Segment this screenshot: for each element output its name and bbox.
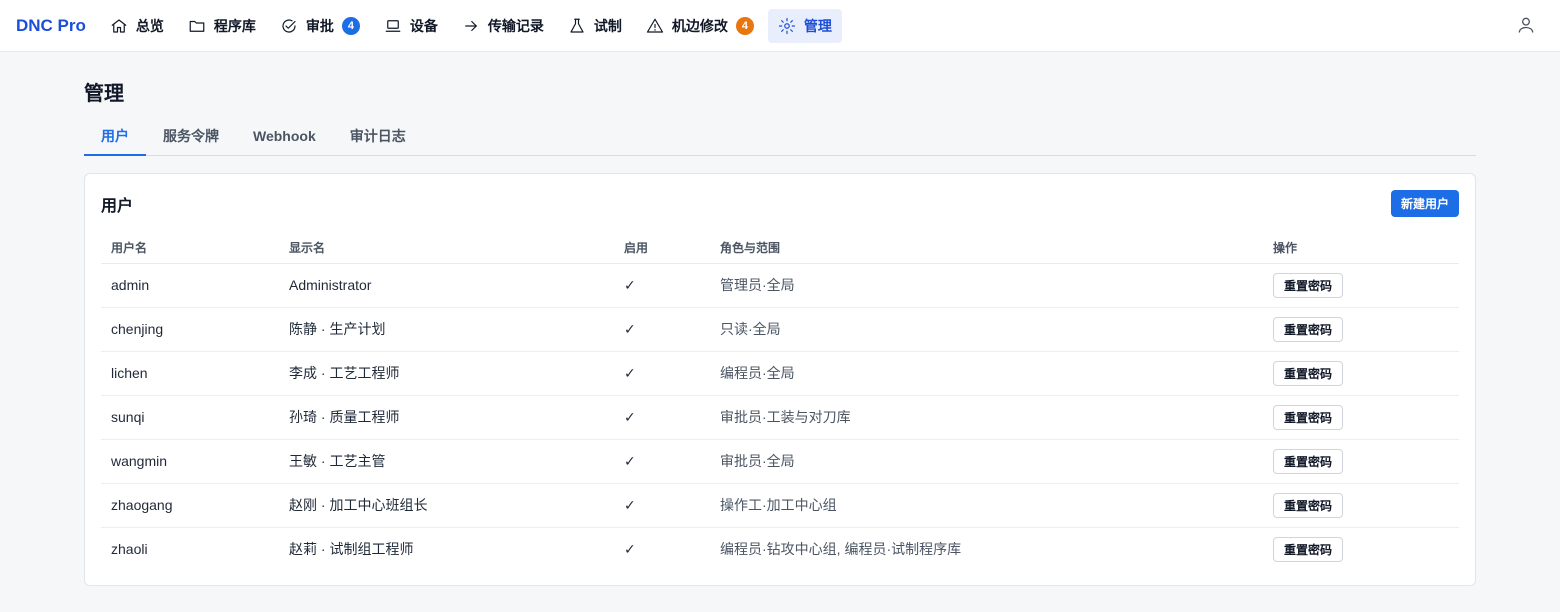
nav-item-programs[interactable]: 程序库 <box>178 9 266 43</box>
enabled-check-icon: ✓ <box>614 395 710 440</box>
page-title: 管理 <box>84 83 124 105</box>
new-user-button[interactable]: 新建用户 <box>1390 190 1459 217</box>
roles-cell: 只读·全局 <box>710 307 1263 352</box>
brand-logo[interactable]: DNC Pro <box>16 16 86 36</box>
nav-item-label: 总览 <box>135 17 164 34</box>
nav-item-approvals[interactable]: 审批 4 <box>270 9 370 43</box>
nav-item-label: 试制 <box>593 17 622 34</box>
roles-cell: 审批员·全局 <box>710 439 1263 484</box>
enabled-check-icon: ✓ <box>624 540 636 557</box>
nav-item-label: 程序库 <box>213 17 256 34</box>
reset-password-button[interactable]: 重置密码 <box>1273 448 1344 474</box>
reset-password-button[interactable]: 重置密码 <box>1273 360 1344 386</box>
warning-icon <box>646 18 664 33</box>
nav-item-transfers[interactable]: 传输记录 <box>452 9 554 43</box>
nav-item-label: 设备 <box>409 17 438 34</box>
actions-cell: 重置密码 <box>1263 263 1459 308</box>
actions-cell: 重置密码 <box>1263 527 1459 571</box>
enabled-check-icon: ✓ <box>614 263 710 308</box>
nav-item-label: 管理 <box>803 17 832 34</box>
actions-cell: 重置密码 <box>1263 351 1459 396</box>
table-row: wangmin 王敏 · 工艺主管 ✓ 审批员·全局 重置密码 <box>101 439 1459 484</box>
nav-item-devices[interactable]: 设备 <box>374 9 448 43</box>
table-row: chenjing 陈静 · 生产计划 ✓ 只读·全局 重置密码 <box>101 307 1459 352</box>
reset-password-button[interactable]: 重置密码 <box>1273 316 1344 342</box>
nav-item-label: 审批 <box>305 17 334 34</box>
column-header-roles[interactable]: 角色与范围 <box>710 232 1263 264</box>
tab-audit-log[interactable]: 审计日志 <box>333 118 423 155</box>
table-header-row: 用户名 显示名 启用 角色与范围 操作 <box>101 232 1459 264</box>
enabled-check-icon: ✓ <box>614 483 710 528</box>
nav-item-label: 传输记录 <box>487 17 544 34</box>
username-cell: sunqi <box>101 395 279 440</box>
roles-cell: 编程员·钻攻中心组, 编程员·试制程序库 <box>720 541 962 558</box>
column-header-actions: 操作 <box>1263 232 1459 264</box>
username-cell: admin <box>101 263 279 308</box>
nav-item-trial[interactable]: 试制 <box>558 9 632 43</box>
approvals-count-badge: 4 <box>341 16 360 35</box>
users-table: 用户名 显示名 启用 角色与范围 操作 admin Administrator … <box>101 232 1459 571</box>
actions-cell: 重置密码 <box>1263 307 1459 352</box>
column-header-username[interactable]: 用户名 <box>101 232 279 264</box>
nav-item-overview[interactable]: 总览 <box>100 9 174 43</box>
laptop-icon <box>385 19 401 32</box>
reset-password-button[interactable]: 重置密码 <box>1273 272 1344 298</box>
tab-users[interactable]: 用户 <box>84 118 146 156</box>
display-name-cell: 赵刚 · 加工中心班组长 <box>279 483 614 528</box>
display-name-cell: 王敏 · 工艺主管 <box>279 439 614 484</box>
username-cell: lichen <box>101 351 279 396</box>
username-cell: zhaogang <box>101 483 279 528</box>
tab-webhook[interactable]: Webhook <box>236 118 333 155</box>
display-name-cell: 孙琦 · 质量工程师 <box>279 395 614 440</box>
enabled-check-icon: ✓ <box>614 439 710 484</box>
main-nav: 总览 程序库 审批 4 设备 传输记录 试制 机边修改 4 管理 <box>100 8 842 43</box>
table-row: zhaoli 赵莉 · 试制组工程师 ✓ 编程员·钻攻中心组, 编程员·试制程序… <box>101 527 1459 571</box>
roles-cell: 审批员·工装与对刀库 <box>710 395 1263 440</box>
display-name-cell: Administrator <box>279 263 614 308</box>
card-header: 用户 新建用户 <box>101 190 1459 217</box>
table-row: admin Administrator ✓ 管理员·全局 重置密码 <box>101 263 1459 308</box>
top-navigation-bar: DNC Pro 总览 程序库 审批 4 设备 传输记录 试制 机边修改 4 管理 <box>0 0 1560 52</box>
roles-cell: 管理员·全局 <box>710 263 1263 308</box>
table-row: lichen 李成 · 工艺工程师 ✓ 编程员·全局 重置密码 <box>101 351 1459 396</box>
reset-password-button[interactable]: 重置密码 <box>1273 536 1344 562</box>
actions-cell: 重置密码 <box>1263 483 1459 528</box>
enabled-check-icon: ✓ <box>614 307 710 352</box>
arrow-right-icon <box>465 20 477 31</box>
column-header-enabled[interactable]: 启用 <box>614 232 710 264</box>
actions-cell: 重置密码 <box>1263 439 1459 484</box>
tab-service-tokens[interactable]: 服务令牌 <box>146 118 236 155</box>
display-name-cell: 陈静 · 生产计划 <box>279 307 614 352</box>
username-cell: chenjing <box>101 307 279 352</box>
machine-edits-count-badge: 4 <box>735 16 754 35</box>
folder-icon <box>189 20 205 32</box>
table-row: sunqi 孙琦 · 质量工程师 ✓ 审批员·工装与对刀库 重置密码 <box>101 395 1459 440</box>
check-circle-icon <box>282 18 296 33</box>
card-title: 用户 <box>101 197 134 215</box>
nav-item-machine-edits[interactable]: 机边修改 4 <box>636 9 764 43</box>
display-name-cell: 赵莉 · 试制组工程师 <box>289 541 414 558</box>
nav-item-admin[interactable]: 管理 <box>767 8 842 43</box>
main-content: 管理 用户 服务令牌 Webhook 审计日志 用户 新建用户 用户名 显示名 … <box>0 77 1560 586</box>
admin-tabs: 用户 服务令牌 Webhook 审计日志 <box>84 118 1476 156</box>
user-icon <box>1518 17 1534 33</box>
column-header-display-name[interactable]: 显示名 <box>279 232 614 264</box>
username-cell: zhaoli <box>111 541 148 558</box>
reset-password-button[interactable]: 重置密码 <box>1273 492 1344 518</box>
flask-icon <box>570 18 584 33</box>
roles-cell: 编程员·全局 <box>710 351 1263 396</box>
nav-item-label: 机边修改 <box>671 17 728 34</box>
gear-icon <box>778 17 796 34</box>
home-icon <box>111 18 127 33</box>
reset-password-button[interactable]: 重置密码 <box>1273 404 1344 430</box>
table-row: zhaogang 赵刚 · 加工中心班组长 ✓ 操作工·加工中心组 重置密码 <box>101 483 1459 528</box>
roles-cell: 操作工·加工中心组 <box>710 483 1263 528</box>
username-cell: wangmin <box>101 439 279 484</box>
display-name-cell: 李成 · 工艺工程师 <box>279 351 614 396</box>
user-menu-button[interactable] <box>1516 15 1538 37</box>
users-card: 用户 新建用户 用户名 显示名 启用 角色与范围 操作 admin Admini… <box>84 173 1476 586</box>
enabled-check-icon: ✓ <box>614 351 710 396</box>
actions-cell: 重置密码 <box>1263 395 1459 440</box>
